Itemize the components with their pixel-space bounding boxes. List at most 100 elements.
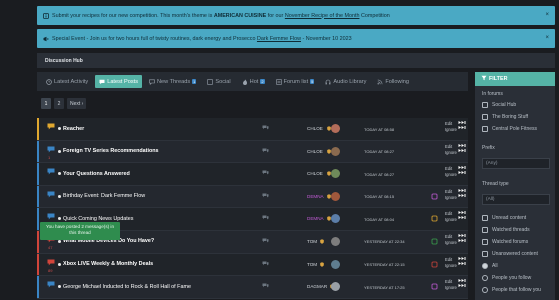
last-post-date[interactable]: TODAY AT 08:27 xyxy=(364,172,394,177)
breadcrumb-discussion-hub[interactable]: Discussion Hub xyxy=(45,58,83,64)
forum-checkbox-central-pole-fitness[interactable]: Central Pole Fitness xyxy=(482,126,537,132)
forum-checkbox-boring-stuff[interactable]: The Boring Stuff xyxy=(482,114,528,120)
thread-row[interactable]: 1 Foreign TV Series Recommendations CHLOE T… xyxy=(37,140,468,164)
thread-title[interactable]: Quick Coming News Updates xyxy=(63,216,133,222)
radio-people-that-follow-you[interactable]: People that follow you xyxy=(482,287,541,293)
checkbox[interactable] xyxy=(482,239,488,245)
avatar[interactable] xyxy=(331,169,340,179)
tab-count-badge: 5 xyxy=(310,79,315,84)
last-poster-name[interactable]: DEMNA xyxy=(307,216,324,221)
thread-title[interactable]: George Michael Inducted to Rock & Roll H… xyxy=(63,284,191,290)
tab-audio-library[interactable]: Audio Library xyxy=(321,75,370,88)
avatar[interactable] xyxy=(331,236,340,246)
last-post-date[interactable]: TODAY AT 08:27 xyxy=(364,149,394,154)
avatar[interactable] xyxy=(331,191,340,201)
checkbox[interactable] xyxy=(482,215,488,221)
avatar[interactable] xyxy=(331,214,340,224)
tab-social[interactable]: Social xyxy=(203,75,234,88)
ignore-link[interactable]: Ignore xyxy=(445,195,457,201)
fire-icon xyxy=(242,78,248,85)
last-post-date[interactable]: TODAY AT 08:58 xyxy=(364,127,394,132)
jump-arrows-icon[interactable] xyxy=(458,165,467,176)
reply-count: 1 xyxy=(48,154,51,160)
tab-label: Latest Posts xyxy=(107,78,138,85)
last-poster-name[interactable]: CHLOE xyxy=(307,149,323,154)
filter-panel: FILTER In forums Social Hub The Boring S… xyxy=(475,72,555,300)
jump-arrows-icon[interactable] xyxy=(458,210,467,221)
radio-all[interactable]: All xyxy=(482,263,498,269)
watched-forums-checkbox[interactable]: Watched forums xyxy=(482,239,528,245)
ignore-link[interactable]: Ignore xyxy=(445,127,457,133)
last-poster-name[interactable]: DAGMAR xyxy=(307,284,327,289)
thread-title[interactable]: Xbox LIVE Weekly & Monthly Deals xyxy=(63,261,153,267)
tab-new-threads[interactable]: New Threads 1 xyxy=(145,75,200,88)
avatar[interactable] xyxy=(331,124,340,133)
checkbox[interactable] xyxy=(482,102,488,108)
ignore-link[interactable]: Ignore xyxy=(445,285,457,291)
avatar[interactable] xyxy=(331,146,340,156)
thread-row[interactable]: Reacher CHLOE TODAY AT 08:58 Edit Ignore xyxy=(37,118,468,141)
tab-latest-activity[interactable]: Latest Activity xyxy=(42,75,92,88)
jump-arrows-icon[interactable] xyxy=(458,278,467,289)
last-poster-name[interactable]: CHLOE xyxy=(307,171,323,176)
tab-hot[interactable]: Hot 2 xyxy=(238,75,269,88)
last-post-date[interactable]: TODAY AT 08:04 xyxy=(364,217,394,222)
thread-row[interactable]: 89 Xbox LIVE Weekly & Monthly Deals TOM YES… xyxy=(37,253,468,277)
last-poster-name[interactable]: DEMNA xyxy=(307,194,324,199)
ignore-link[interactable]: Ignore xyxy=(445,217,457,223)
last-post-date[interactable]: TODAY AT 08:15 xyxy=(364,194,394,199)
avatar[interactable] xyxy=(331,282,340,292)
ignore-link[interactable]: Ignore xyxy=(445,240,457,246)
thread-title[interactable]: Reacher xyxy=(63,126,84,132)
thread-title[interactable]: Your Questions Answered xyxy=(63,171,130,177)
ignore-link[interactable]: Ignore xyxy=(445,263,457,269)
page-1-button[interactable]: 1 xyxy=(41,98,51,109)
close-icon[interactable]: × xyxy=(545,12,549,18)
jump-arrows-icon[interactable] xyxy=(458,256,467,267)
checkbox[interactable] xyxy=(482,227,488,233)
competition-link[interactable]: November Recipe of the Month xyxy=(285,13,360,19)
page-2-button[interactable]: 2 xyxy=(54,98,64,109)
last-poster-name[interactable]: TOM xyxy=(307,239,317,244)
tab-label: Following xyxy=(385,78,410,85)
radio[interactable] xyxy=(482,263,488,269)
avatar[interactable] xyxy=(331,259,340,269)
last-poster-name[interactable]: TOM xyxy=(307,262,317,267)
thread-row[interactable]: Your Questions Answered CHLOE TODAY AT 08:… xyxy=(37,163,468,186)
event-link[interactable]: Dark Femme Flow xyxy=(257,36,301,42)
close-icon[interactable]: × xyxy=(545,35,549,41)
ignore-link[interactable]: Ignore xyxy=(445,172,457,178)
tab-forum-list[interactable]: Forum list 5 xyxy=(272,75,319,88)
last-post-date[interactable]: YESTERDAY AT 22:15 xyxy=(364,262,405,267)
unread-content-checkbox[interactable]: Unread content xyxy=(482,215,526,221)
jump-arrows-icon[interactable] xyxy=(458,188,467,199)
jump-arrows-icon[interactable] xyxy=(458,143,467,154)
checkbox[interactable] xyxy=(482,126,488,132)
thread-title[interactable]: Birthday Event: Dark Femme Flow xyxy=(63,193,145,199)
forum-checkbox-social-hub[interactable]: Social Hub xyxy=(482,102,516,108)
thread-type-select[interactable]: (All) xyxy=(482,194,550,205)
last-post-date[interactable]: YESTERDAY AT 22:34 xyxy=(364,239,405,244)
tab-latest-posts[interactable]: Latest Posts xyxy=(95,75,142,88)
radio-people-you-follow[interactable]: People you follow xyxy=(482,275,531,281)
radio[interactable] xyxy=(482,287,488,293)
rss-icon xyxy=(377,79,383,85)
next-page-button[interactable]: Next › xyxy=(67,98,87,109)
last-poster-name[interactable]: CHLOE xyxy=(307,126,323,131)
thread-title[interactable]: Foreign TV Series Recommendations xyxy=(63,148,159,154)
tab-following[interactable]: Following xyxy=(373,75,413,88)
checkbox[interactable] xyxy=(482,251,488,257)
jump-arrows-icon[interactable] xyxy=(458,233,467,244)
checkbox[interactable] xyxy=(482,114,488,120)
last-post-date[interactable]: YESTERDAY AT 17:25 xyxy=(364,285,405,290)
unanswered-content-checkbox[interactable]: Unanswered content xyxy=(482,251,538,257)
radio[interactable] xyxy=(482,275,488,281)
jump-arrows-icon[interactable] xyxy=(458,120,467,131)
tab-count-badge: 2 xyxy=(260,79,265,84)
ignore-link[interactable]: Ignore xyxy=(445,150,457,156)
thread-row[interactable]: George Michael Inducted to Rock & Roll H… xyxy=(37,276,468,299)
watched-threads-checkbox[interactable]: Watched threads xyxy=(482,227,530,233)
thread-row[interactable]: Birthday Event: Dark Femme Flow DEMNA TODA… xyxy=(37,185,468,209)
prefix-select[interactable]: (Any) xyxy=(482,158,550,169)
replies-icon xyxy=(262,215,269,220)
